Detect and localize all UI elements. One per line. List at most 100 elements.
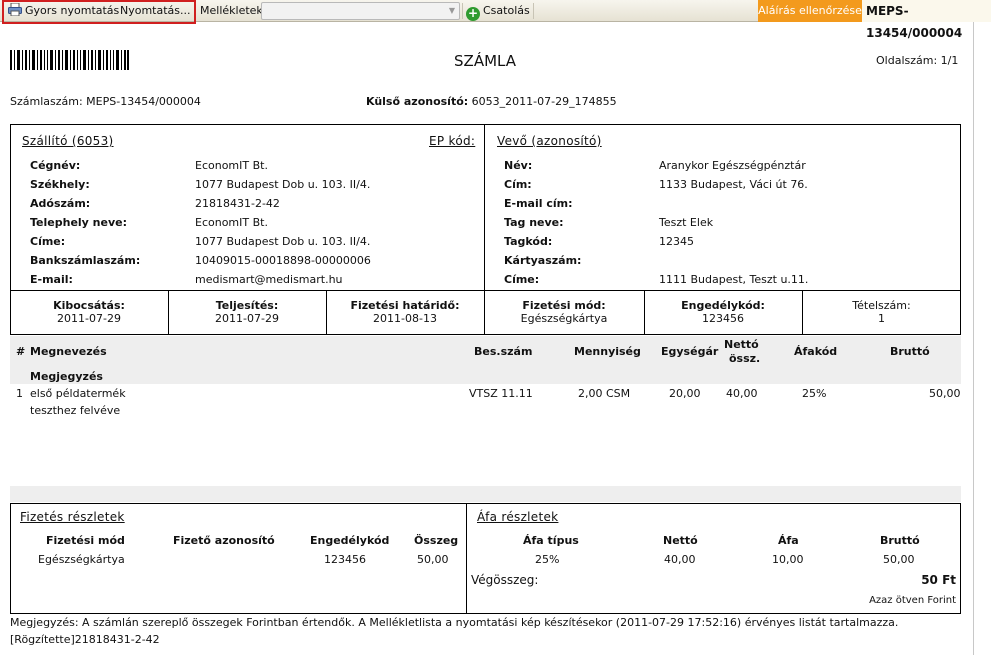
col-header: Bes.szám [474, 345, 533, 358]
supplier-label: Bankszámlaszám: [30, 254, 141, 267]
ep-code-label: EP kód: [429, 134, 476, 148]
col-header: Bruttó [890, 345, 930, 358]
supplier-value: 21818431-2-42 [195, 197, 280, 210]
invoice-number: Számlaszám: MEPS-13454/000004 [10, 95, 201, 108]
attach-label: Csatolás [483, 4, 530, 17]
buyer-value: Teszt Elek [659, 216, 714, 229]
table-row-qty: 2,00 CSM [578, 387, 631, 400]
supplier-value: 10409015-00018898-00000006 [195, 254, 371, 267]
table-row-gross: 50,00 [929, 387, 961, 400]
divider [10, 290, 961, 291]
separator-strip [10, 486, 961, 502]
authorization-code: Engedélykód: 123456 [644, 299, 802, 325]
quick-print-label: Gyors nyomtatás [25, 4, 120, 17]
supplier-value: EconomIT Bt. [195, 159, 268, 172]
payment-details-title: Fizetés részletek [20, 510, 125, 524]
grand-total-words: Azaz ötven Forint [869, 595, 956, 606]
date-value: Egészségkártya [520, 312, 608, 325]
scroll-edge [973, 22, 974, 655]
grand-total-value: 50 Ft [921, 573, 956, 587]
date-value: 2011-08-13 [373, 312, 437, 325]
supplier-value: 1077 Budapest Dob u. 103. II/4. [195, 178, 371, 191]
col-header: Mennyiség [574, 345, 641, 358]
buyer-label: Név: [504, 159, 533, 172]
external-id-label: Külső azonosító: [366, 95, 469, 108]
supplier-value: 1077 Budapest Dob u. 103. II/4. [195, 235, 371, 248]
supplier-label: Címe: [30, 235, 66, 248]
supplier-label: Székhely: [30, 178, 90, 191]
payment-col-header: Összeg [414, 534, 459, 547]
supplier-label: Cégnév: [30, 159, 81, 172]
date-value: 2011-07-29 [57, 312, 121, 325]
buyer-label: Címe: [504, 273, 540, 286]
col-header: Megnevezés [30, 345, 107, 358]
signature-check-button[interactable]: Aláírás ellenőrzése [758, 0, 862, 22]
date-label: Fizetési határidő: [350, 299, 460, 312]
table-row-name: teszthez felvéve [30, 404, 121, 417]
vat-value: 25% [535, 553, 560, 566]
vat-value: 10,00 [772, 553, 804, 566]
buyer-value: Aranykor Egészségpénztár [659, 159, 806, 172]
vat-col-header: Áfa típus [523, 534, 579, 547]
payment-col-header: Fizetési mód [46, 534, 125, 547]
attachments-label: Mellékletek: [200, 4, 267, 17]
vat-col-header: Áfa [778, 534, 799, 547]
payment-col-header: Fizető azonosító [173, 534, 275, 547]
table-row-net: 40,00 [726, 387, 758, 400]
supplier-label: Telephely neve: [30, 216, 127, 229]
table-row-num: 1 [16, 387, 23, 400]
col-header: össz. [729, 352, 761, 365]
col-header: Megjegyzés [30, 370, 103, 383]
dropdown-arrow-icon: ▼ [448, 6, 456, 15]
footer-note: Megjegyzés: A számlán szereplő összegek … [10, 616, 899, 629]
supplier-label: Adószám: [30, 197, 91, 210]
fulfilment-date: Teljesítés: 2011-07-29 [168, 299, 326, 325]
issue-date: Kibocsátás: 2011-07-29 [10, 299, 168, 325]
toolbar-separator [533, 3, 534, 19]
buyer-label: E-mail cím: [504, 197, 573, 210]
date-value: 1 [878, 312, 885, 325]
date-label: Kibocsátás: [53, 299, 125, 312]
quick-print-button[interactable]: Gyors nyomtatás [8, 3, 119, 19]
table-row-vat: 25% [802, 387, 827, 400]
supplier-value: medismart@medismart.hu [195, 273, 343, 286]
date-label: Engedélykód: [681, 299, 765, 312]
payment-value: 123456 [324, 553, 366, 566]
external-id-value: 6053_2011-07-29_174855 [471, 95, 617, 108]
vat-value: 40,00 [664, 553, 696, 566]
buyer-label: Tagkód: [504, 235, 553, 248]
buyer-value: 1133 Budapest, Váci út 76. [659, 178, 808, 191]
document-title: SZÁMLA [454, 52, 516, 70]
payment-deadline: Fizetési határidő: 2011-08-13 [326, 299, 484, 325]
buyer-title: Vevő (azonosító) [497, 134, 602, 148]
supplier-label: E-mail: [30, 273, 73, 286]
col-header: # [16, 345, 26, 358]
supplier-title: Szállító (6053) [22, 134, 114, 148]
vat-col-header: Nettó [663, 534, 698, 547]
toolbar: Gyors nyomtatás Nyomtatás... Mellékletek… [0, 0, 991, 40]
supplier-value: EconomIT Bt. [195, 216, 268, 229]
col-header: Áfakód [794, 345, 838, 358]
date-value: 123456 [702, 312, 744, 325]
col-header: Nettó [724, 338, 759, 351]
payment-value: Egészségkártya [38, 553, 125, 566]
vat-details-title: Áfa részletek [477, 510, 559, 524]
col-header: Egységár [661, 345, 719, 358]
buyer-label: Tag neve: [504, 216, 564, 229]
grand-total-label: Végösszeg: [471, 573, 539, 587]
buyer-label: Kártyaszám: [504, 254, 582, 267]
attach-button[interactable]: + Csatolás [466, 3, 530, 21]
page-number: Oldalszám: 1/1 [876, 54, 959, 67]
toolbar-separator [462, 3, 463, 19]
payment-col-header: Engedélykód [310, 534, 390, 547]
buyer-label: Cím: [504, 178, 532, 191]
print-button[interactable]: Nyomtatás... [120, 3, 191, 19]
date-label: Tételszám: [852, 299, 911, 312]
items-table-header [10, 336, 961, 384]
table-row-unit: 20,00 [669, 387, 701, 400]
divider [466, 503, 467, 614]
attachments-dropdown[interactable]: ▼ [261, 2, 460, 20]
recorded-by: [Rögzítette]21818431-2-42 [10, 633, 160, 646]
external-id: Külső azonosító: 6053_2011-07-29_174855 [366, 95, 617, 108]
date-label: Fizetési mód: [522, 299, 606, 312]
